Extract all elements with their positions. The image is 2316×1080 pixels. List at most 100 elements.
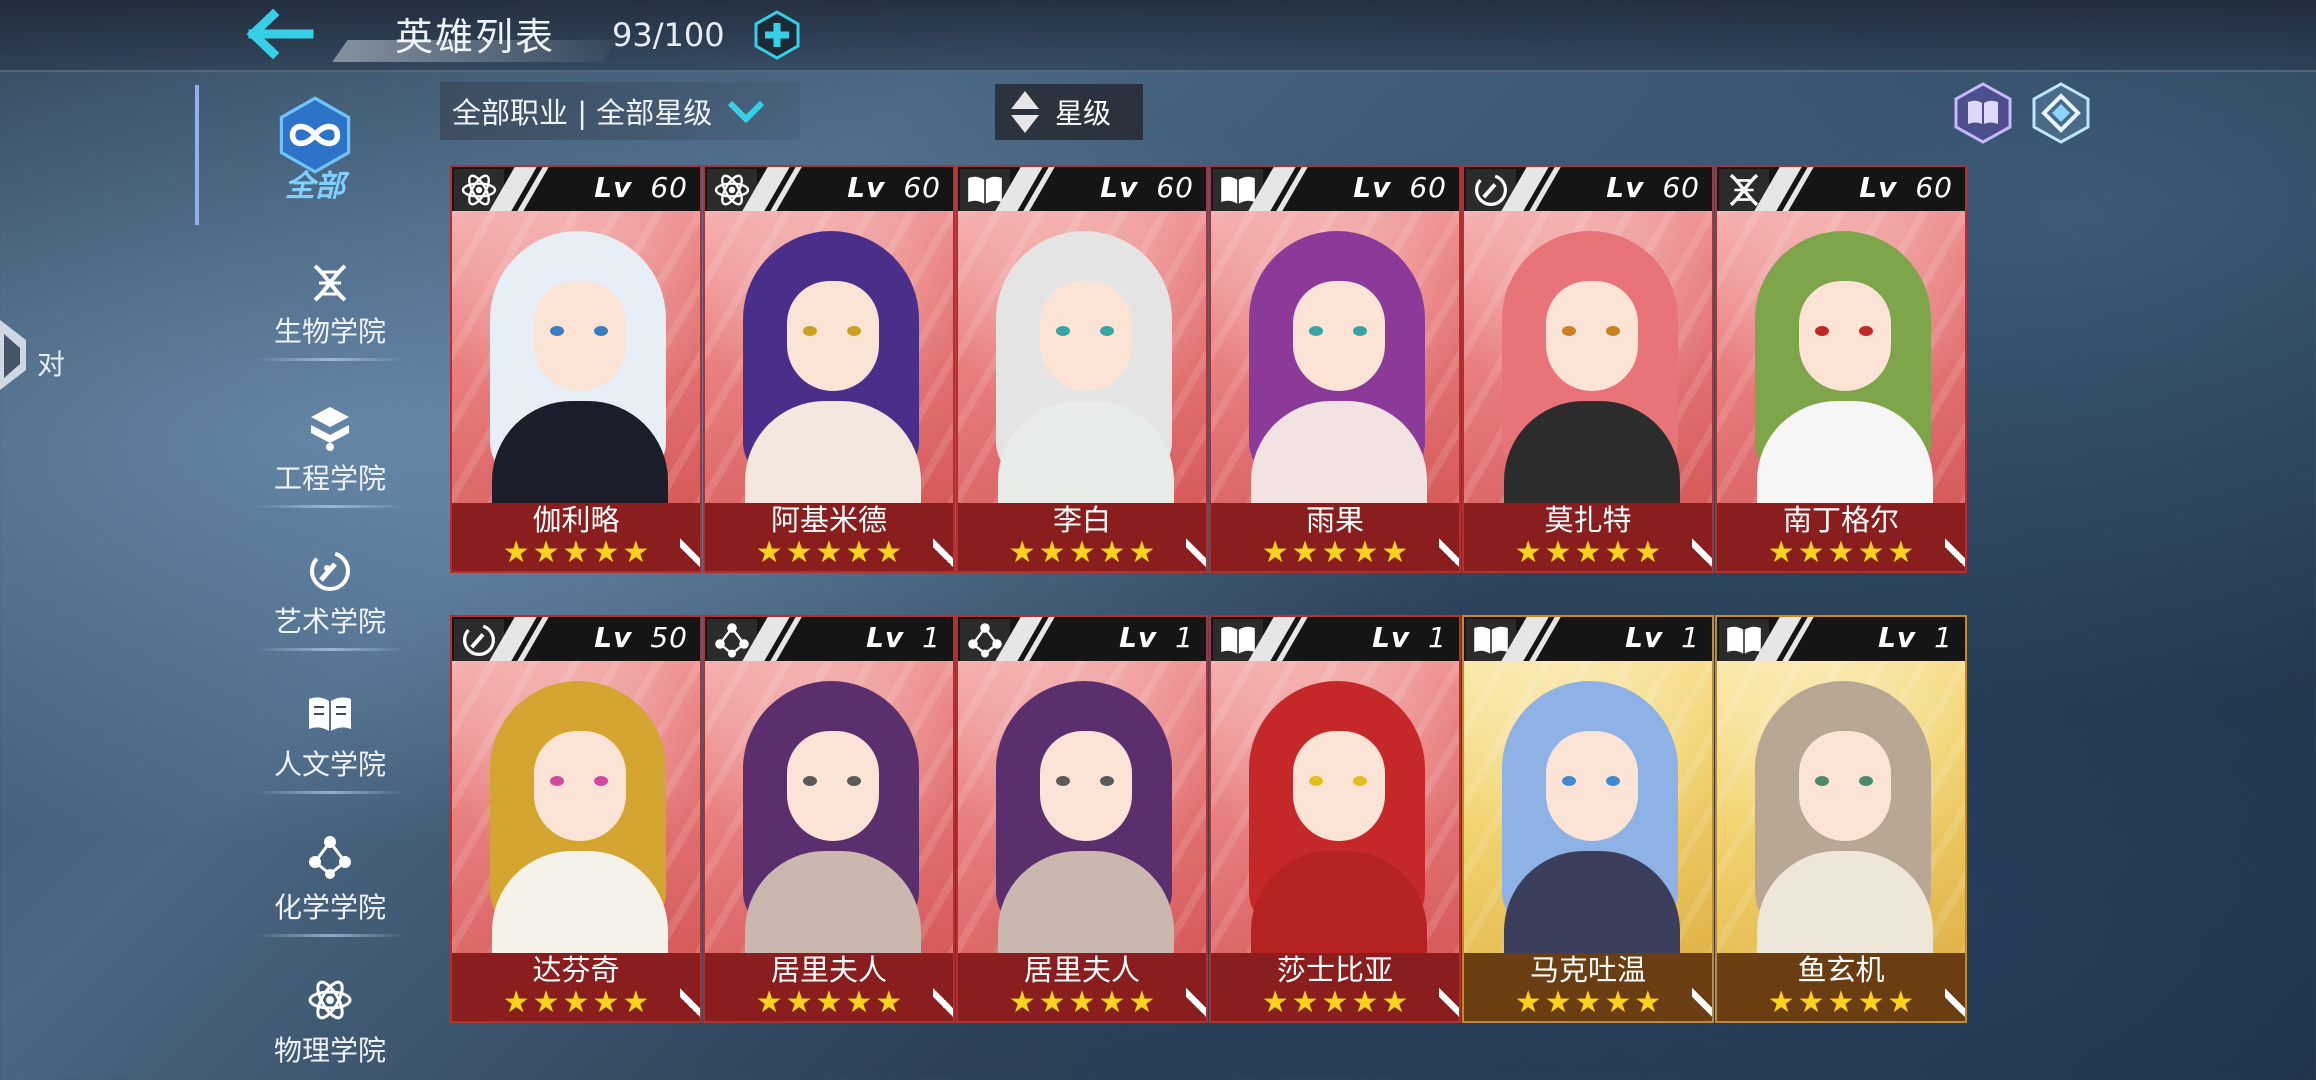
- level-value: 1: [1175, 621, 1194, 654]
- star-icon: ★: [1351, 535, 1379, 570]
- sidebar-item-all[interactable]: 全部: [265, 95, 365, 205]
- star-icon: ★: [1604, 985, 1632, 1020]
- star-icon: ★: [1634, 535, 1662, 570]
- star-icon: ★: [1291, 535, 1319, 570]
- hero-star-rating: ★ ★ ★ ★ ★: [705, 537, 953, 571]
- star-icon: ★: [755, 535, 783, 570]
- hero-card[interactable]: Lv 1 居里夫人 ★ ★ ★ ★ ★: [703, 615, 955, 1023]
- hero-star-rating: ★ ★ ★ ★ ★: [958, 537, 1206, 571]
- sidebar-item-chemistry[interactable]: 化学学院: [245, 832, 415, 962]
- top-bar: 英雄列表 93/100: [0, 0, 2316, 72]
- star-icon: ★: [1381, 985, 1409, 1020]
- hero-card[interactable]: Lv 1 马克吐温 ★ ★ ★ ★ ★: [1462, 615, 1714, 1023]
- card-corner-mark: [1945, 981, 1965, 1021]
- star-icon: ★: [1634, 985, 1662, 1020]
- portrait-eye: [550, 326, 564, 336]
- hero-count: 93/100: [612, 16, 725, 54]
- star-icon: ★: [785, 985, 813, 1020]
- level-value: 60: [1662, 171, 1700, 204]
- hero-card[interactable]: Lv 60 南丁格尔 ★ ★ ★ ★ ★: [1715, 165, 1967, 573]
- sidebar-item-engineering[interactable]: 工程学院: [245, 403, 415, 533]
- back-button[interactable]: [230, 4, 330, 64]
- sidebar-item-art[interactable]: 艺术学院: [245, 546, 415, 676]
- star-icon: ★: [1098, 535, 1126, 570]
- portrait-face: [534, 731, 626, 841]
- portrait-eye: [1353, 326, 1367, 336]
- chat-tab-label[interactable]: 对: [37, 343, 65, 383]
- portrait-eye: [1309, 326, 1323, 336]
- star-icon: ★: [1604, 535, 1632, 570]
- star-icon: ★: [1351, 985, 1379, 1020]
- portrait-eye: [550, 776, 564, 786]
- portrait-eye: [1606, 776, 1620, 786]
- star-icon: ★: [1098, 985, 1126, 1020]
- hero-card[interactable]: Lv 60 李白 ★ ★ ★ ★ ★: [956, 165, 1208, 573]
- card-corner-mark: [1439, 981, 1459, 1021]
- portrait-eye: [1562, 326, 1576, 336]
- sidebar-item-humanities[interactable]: 人文学院: [245, 689, 415, 819]
- sidebar-item-label: 人文学院: [273, 748, 386, 781]
- hero-portrait: [1717, 211, 1965, 503]
- hero-level: Lv 60: [1606, 171, 1700, 204]
- hero-card[interactable]: Lv 60 阿基米德 ★ ★ ★ ★ ★: [703, 165, 955, 573]
- divider: [255, 358, 405, 361]
- sidebar-item-biology[interactable]: 生物学院: [245, 260, 415, 390]
- hero-card[interactable]: Lv 60 莫扎特 ★ ★ ★ ★ ★: [1462, 165, 1714, 573]
- hero-card[interactable]: Lv 50 达芬奇 ★ ★ ★ ★ ★: [450, 615, 702, 1023]
- hero-star-rating: ★ ★ ★ ★ ★: [452, 987, 700, 1021]
- star-icon: ★: [1797, 985, 1825, 1020]
- level-prefix: Lv: [1100, 171, 1139, 204]
- divider: [255, 934, 405, 937]
- card-header: Lv 1: [1464, 617, 1712, 661]
- star-icon: ★: [622, 985, 650, 1020]
- star-icon: ★: [1291, 985, 1319, 1020]
- hero-name: 莎士比亚: [1276, 953, 1393, 987]
- portrait-eye: [1100, 776, 1114, 786]
- portrait-eye: [1606, 326, 1620, 336]
- settings-button[interactable]: [2030, 82, 2092, 144]
- card-header: Lv 60: [1464, 167, 1712, 211]
- class-star-filter-dropdown[interactable]: 全部职业 | 全部星级: [440, 82, 800, 140]
- portrait-eye: [1309, 776, 1323, 786]
- star-icon: ★: [1767, 535, 1795, 570]
- portrait-eye: [594, 326, 608, 336]
- star-icon: ★: [1574, 985, 1602, 1020]
- chat-tab-icon[interactable]: [0, 320, 30, 390]
- hero-star-rating: ★ ★ ★ ★ ★: [1717, 987, 1965, 1021]
- sidebar-item-physics[interactable]: 物理学院: [245, 975, 415, 1080]
- hero-card[interactable]: Lv 60 雨果 ★ ★ ★ ★ ★: [1209, 165, 1461, 573]
- star-icon: ★: [1767, 985, 1795, 1020]
- level-prefix: Lv: [866, 621, 905, 654]
- portrait-eye: [1815, 776, 1829, 786]
- star-icon: ★: [1261, 535, 1289, 570]
- star-icon: ★: [1261, 985, 1289, 1020]
- card-corner-mark: [1692, 981, 1712, 1021]
- star-icon: ★: [1038, 535, 1066, 570]
- divider: [255, 505, 405, 508]
- card-header: Lv 1: [1211, 617, 1459, 661]
- portrait-eye: [1056, 326, 1070, 336]
- expand-capacity-button[interactable]: [752, 10, 802, 60]
- hero-card[interactable]: Lv 60 伽利略 ★ ★ ★ ★ ★: [450, 165, 702, 573]
- codex-button[interactable]: [1952, 82, 2014, 144]
- card-corner-mark: [680, 981, 700, 1021]
- star-icon: ★: [502, 535, 530, 570]
- card-corner-mark: [1186, 981, 1206, 1021]
- star-icon: ★: [1068, 535, 1096, 570]
- portrait-eye: [1056, 776, 1070, 786]
- page-title: 英雄列表: [395, 15, 556, 59]
- hero-name: 马克吐温: [1529, 953, 1646, 987]
- hero-card[interactable]: Lv 1 鱼玄机 ★ ★ ★ ★ ★: [1715, 615, 1967, 1023]
- level-value: 1: [922, 621, 941, 654]
- star-icon: ★: [1038, 985, 1066, 1020]
- hero-name: 南丁格尔: [1782, 503, 1899, 537]
- card-header: Lv 1: [705, 617, 953, 661]
- card-corner-mark: [1945, 531, 1965, 571]
- star-icon: ★: [622, 535, 650, 570]
- sidebar-item-label: 物理学院: [273, 1034, 386, 1067]
- hero-card[interactable]: Lv 1 居里夫人 ★ ★ ★ ★ ★: [956, 615, 1208, 1023]
- sort-by-star-button[interactable]: 星级: [995, 84, 1143, 140]
- star-icon: ★: [1128, 535, 1156, 570]
- star-icon: ★: [1827, 985, 1855, 1020]
- hero-card[interactable]: Lv 1 莎士比亚 ★ ★ ★ ★ ★: [1209, 615, 1461, 1023]
